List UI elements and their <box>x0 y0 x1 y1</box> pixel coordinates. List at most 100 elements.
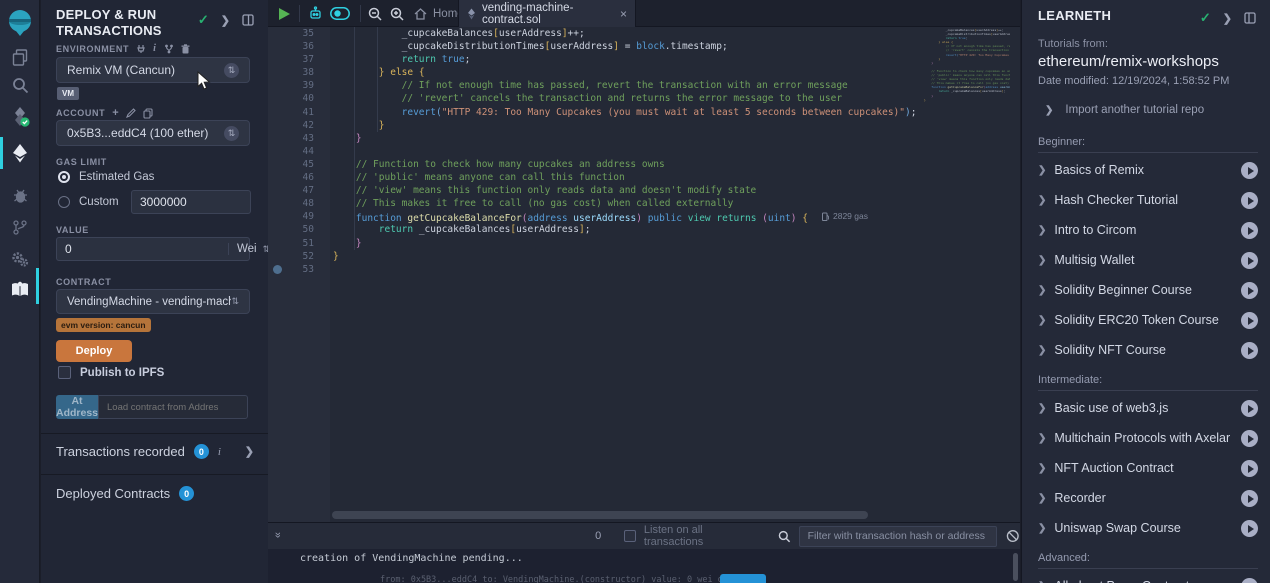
line-number[interactable]: 51 <box>268 237 330 250</box>
panel-forward-icon[interactable]: ❯ <box>221 14 230 27</box>
run-script-button[interactable] <box>278 0 291 27</box>
tutorial-item[interactable]: ❯Solidity Beginner Course <box>1038 275 1258 305</box>
code-line[interactable]: // 'view' means this function only reads… <box>333 184 1020 197</box>
line-number[interactable]: 38 <box>268 66 330 79</box>
start-tutorial-play-button[interactable] <box>1241 312 1258 329</box>
line-number[interactable]: 52 <box>268 250 330 263</box>
custom-gas-option[interactable]: Custom <box>58 196 119 208</box>
trash-icon[interactable] <box>181 44 190 54</box>
plugin-manager-icon[interactable] <box>0 244 40 274</box>
code-editor[interactable]: 35363738394041424344454647484950515253 _… <box>268 27 1020 522</box>
info-icon[interactable]: i <box>218 446 221 458</box>
terminal-scrollbar[interactable] <box>1013 553 1018 581</box>
tutorial-item[interactable]: ❯Solidity NFT Course <box>1038 335 1258 365</box>
edit-account-icon[interactable] <box>126 108 136 118</box>
custom-gas-radio[interactable] <box>58 196 70 208</box>
start-tutorial-play-button[interactable] <box>1241 520 1258 537</box>
start-tutorial-play-button[interactable] <box>1241 162 1258 179</box>
start-tutorial-play-button[interactable] <box>1241 282 1258 299</box>
code-line[interactable]: _cupcakeBalances[userAddress]++; <box>333 27 1020 40</box>
tutorial-item[interactable]: ❯Basic use of web3.js <box>1038 393 1258 423</box>
start-tutorial-play-button[interactable] <box>1241 252 1258 269</box>
minimap[interactable]: _cupcakeBalances[userAddress]++; _cupcak… <box>924 28 1010 108</box>
tutorial-item[interactable]: ❯Uniswap Swap Course <box>1038 513 1258 543</box>
line-number[interactable]: 39 <box>268 79 330 92</box>
pin-panel-icon[interactable] <box>1244 12 1256 24</box>
line-number[interactable]: 49 <box>268 210 330 223</box>
zoom-in-icon[interactable] <box>390 0 404 27</box>
line-number[interactable]: 50 <box>268 223 330 236</box>
tutorial-item[interactable]: ❯Multichain Protocols with Axelar <box>1038 423 1258 453</box>
account-select[interactable]: 0x5B3...eddC4 (100 ether) ⇅ <box>56 120 250 146</box>
tutorial-item[interactable]: ❯Basics of Remix <box>1038 155 1258 185</box>
start-tutorial-play-button[interactable] <box>1241 192 1258 209</box>
line-number[interactable]: 48 <box>268 197 330 210</box>
file-explorer-icon[interactable] <box>0 42 40 72</box>
debug-button[interactable] <box>720 574 766 583</box>
terminal-search-icon[interactable] <box>778 530 791 543</box>
code-line[interactable] <box>333 263 1020 276</box>
value-input[interactable] <box>57 238 228 260</box>
value-unit-select[interactable]: Wei⇅ <box>228 243 270 255</box>
estimated-gas-option[interactable]: Estimated Gas <box>58 171 154 183</box>
line-number[interactable]: 53 <box>268 263 330 276</box>
start-tutorial-play-button[interactable] <box>1241 578 1258 583</box>
terminal-output[interactable]: creation of VendingMachine pending... fr… <box>268 549 1020 583</box>
ai-assistant-icon[interactable] <box>308 0 323 27</box>
code-line[interactable]: // 'public' means anyone can call this f… <box>333 171 1020 184</box>
publish-ipfs-checkbox[interactable] <box>58 366 71 379</box>
tab-vending-machine-contract[interactable]: vending-machine-contract.sol × <box>458 0 636 27</box>
copy-account-icon[interactable] <box>143 108 153 119</box>
line-number[interactable]: 35 <box>268 27 330 40</box>
code-line[interactable]: function getCupcakeBalanceFor(address us… <box>333 210 1020 223</box>
code-line[interactable]: return true; <box>333 53 1020 66</box>
tutorial-item[interactable]: ❯All about Proxy Contracts <box>1038 571 1258 583</box>
panel-forward-icon[interactable]: ❯ <box>1223 12 1232 25</box>
line-number[interactable]: 37 <box>268 53 330 66</box>
fork-environment-icon[interactable] <box>164 44 174 54</box>
tutorial-item[interactable]: ❯Recorder <box>1038 483 1258 513</box>
code-line[interactable]: _cupcakeDistributionTimes[userAddress] =… <box>333 40 1020 53</box>
code-line[interactable]: revert("HTTP 429: Too Many Cupcakes (you… <box>333 106 1020 119</box>
tutorial-item[interactable]: ❯Multisig Wallet <box>1038 245 1258 275</box>
tutorial-item[interactable]: ❯Hash Checker Tutorial <box>1038 185 1258 215</box>
start-tutorial-play-button[interactable] <box>1241 222 1258 239</box>
tutorial-item[interactable]: ❯Solidity ERC20 Token Course <box>1038 305 1258 335</box>
start-tutorial-play-button[interactable] <box>1241 490 1258 507</box>
info-icon[interactable]: i <box>153 43 156 54</box>
tab-home[interactable]: Home <box>414 0 464 27</box>
line-number[interactable]: 43 <box>268 132 330 145</box>
tutorial-item[interactable]: ❯Intro to Circom <box>1038 215 1258 245</box>
collapse-terminal-icon[interactable]: « <box>272 534 284 538</box>
import-tutorial-repo[interactable]: ❯ Import another tutorial repo <box>1038 104 1258 116</box>
line-number[interactable]: 44 <box>268 145 330 158</box>
pin-panel-icon[interactable] <box>242 14 254 26</box>
git-icon[interactable] <box>0 212 40 242</box>
debugger-icon[interactable] <box>0 180 40 210</box>
code-line[interactable]: return _cupcakeBalances[userAddress]; <box>333 223 1020 236</box>
code-line[interactable]: } <box>333 237 1020 250</box>
zoom-out-icon[interactable] <box>368 0 382 27</box>
line-number[interactable]: 45 <box>268 158 330 171</box>
line-number[interactable]: 47 <box>268 184 330 197</box>
start-tutorial-play-button[interactable] <box>1241 460 1258 477</box>
tutorial-item[interactable]: ❯NFT Auction Contract <box>1038 453 1258 483</box>
deploy-button[interactable]: Deploy <box>56 340 132 362</box>
close-tab-icon[interactable]: × <box>620 7 627 21</box>
search-icon[interactable] <box>0 70 40 100</box>
estimated-gas-radio[interactable] <box>58 171 70 183</box>
start-tutorial-play-button[interactable] <box>1241 430 1258 447</box>
start-tutorial-play-button[interactable] <box>1241 400 1258 417</box>
listen-all-checkbox[interactable] <box>624 530 636 542</box>
contract-select[interactable]: VendingMachine - vending-machin ⇅ <box>56 289 250 314</box>
code-line[interactable]: } <box>333 132 1020 145</box>
transactions-recorded-row[interactable]: Transactions recorded 0 i ❯ <box>56 444 254 459</box>
plug-icon[interactable] <box>136 44 146 54</box>
line-number[interactable]: 42 <box>268 119 330 132</box>
clear-terminal-icon[interactable] <box>1006 529 1020 543</box>
expand-transactions-icon[interactable]: ❯ <box>245 445 254 458</box>
at-address-button[interactable]: At Address <box>56 395 98 419</box>
editor-gutter[interactable]: 35363738394041424344454647484950515253 <box>268 27 330 522</box>
deploy-run-icon[interactable] <box>0 138 40 168</box>
code-line[interactable]: // 'revert' cancels the transaction and … <box>333 92 1020 105</box>
